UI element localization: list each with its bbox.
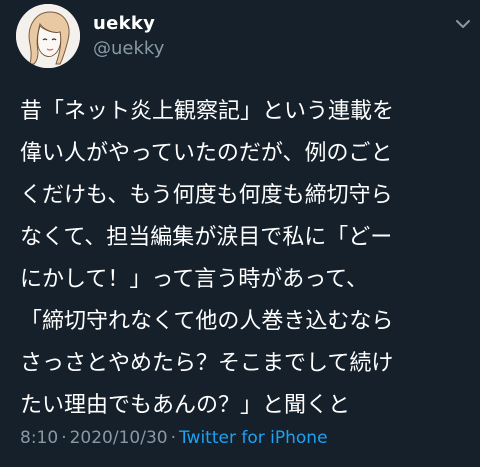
avatar-illustration <box>16 4 80 68</box>
tweet-meta: 8:10 · 2020/10/30 · Twitter for iPhone <box>20 428 328 448</box>
meta-separator: · <box>61 428 67 448</box>
tweet-text-line: 昔「ネット炎上観察記」という連載を <box>20 99 395 124</box>
tweet-text-line: たい理由でもあんの？」と聞くと <box>20 393 351 418</box>
tweet-source-link[interactable]: Twitter for iPhone <box>179 428 328 448</box>
tweet: uekky @uekky 昔「ネット炎上観察記」という連載を 偉い人がやっていた… <box>0 0 480 467</box>
avatar[interactable] <box>16 4 80 68</box>
tweet-text-line: くだけも、もう何度も何度も締切守ら <box>20 183 393 208</box>
tweet-time[interactable]: 8:10 <box>20 428 58 448</box>
chevron-down-icon[interactable] <box>452 13 474 35</box>
tweet-text: 昔「ネット炎上観察記」という連載を 偉い人がやっていたのだが、例のごと くだけも… <box>20 91 470 427</box>
user-handle[interactable]: @uekky <box>93 38 164 59</box>
meta-separator: · <box>170 428 176 448</box>
tweet-text-line: 偉い人がやっていたのだが、例のごと <box>20 141 393 166</box>
tweet-text-line: さっさとやめたら？そこまでして続け <box>20 351 394 376</box>
display-name[interactable]: uekky <box>93 13 155 34</box>
tweet-text-line: なくて、担当編集が涙目で私に「どー <box>20 225 393 250</box>
tweet-text-line: 「締切守れなくて他の人巻き込むなら <box>20 309 394 334</box>
tweet-date[interactable]: 2020/10/30 <box>70 428 168 448</box>
tweet-text-line: にかして！」って言う時があって、 <box>20 267 369 292</box>
